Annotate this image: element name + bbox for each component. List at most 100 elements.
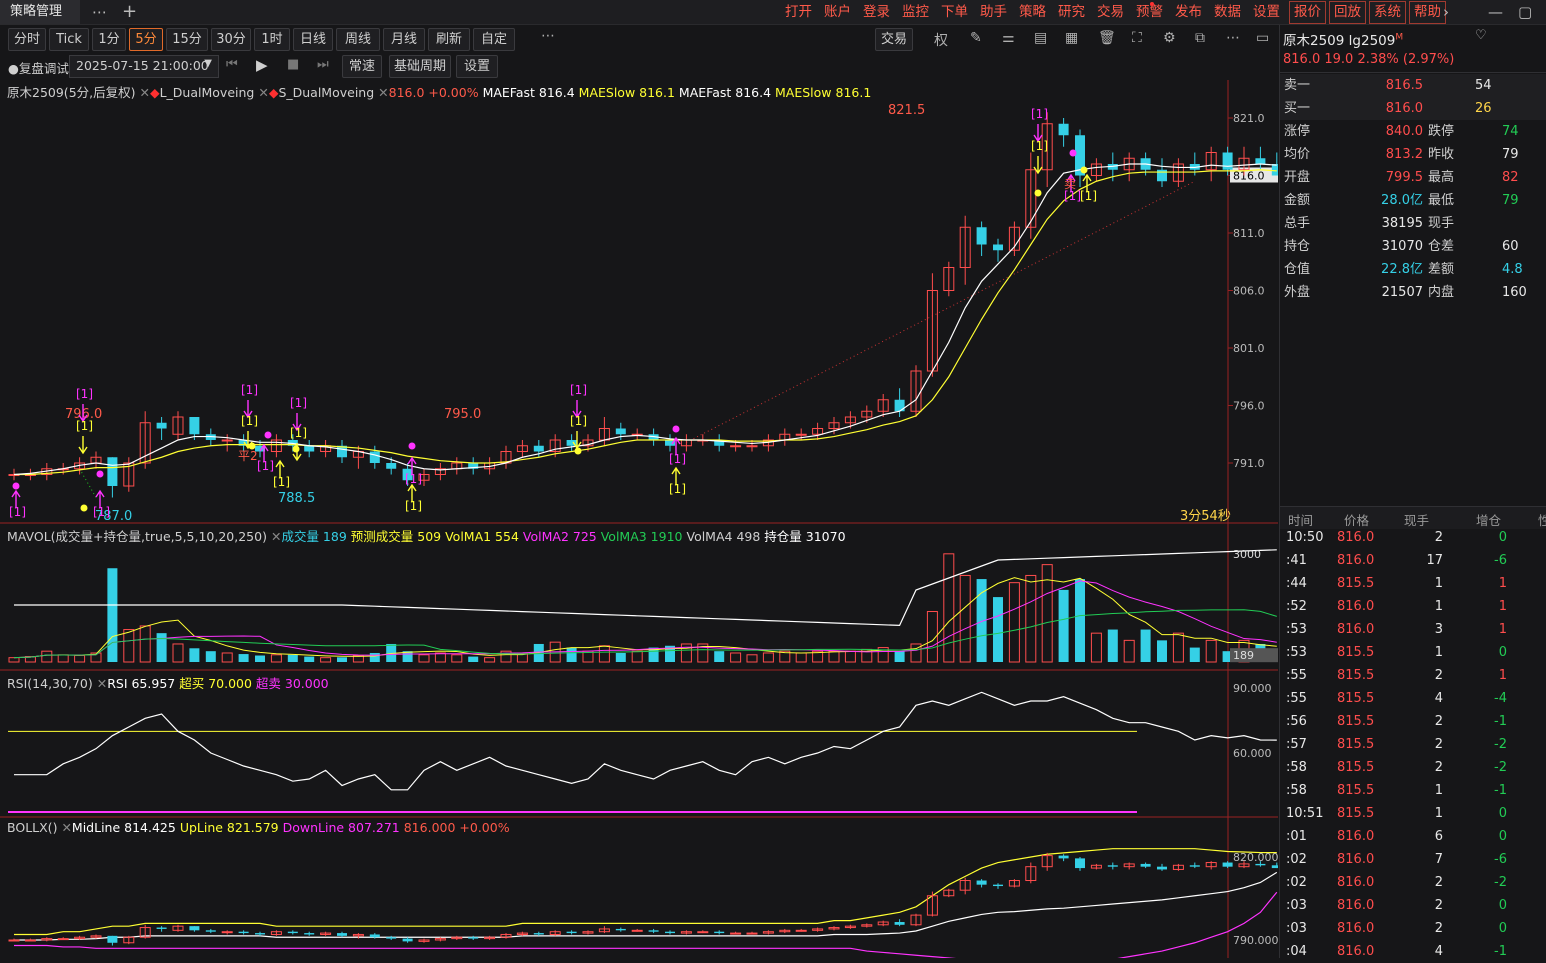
volume-bar-down	[238, 654, 249, 662]
screenshot-icon[interactable]: ⧉	[1195, 30, 1205, 46]
quote-label-2: 仓差	[1428, 239, 1455, 254]
period-6[interactable]: 1时	[254, 28, 290, 51]
menu-boxed-2[interactable]: 系统	[1369, 1, 1406, 24]
signal-dot	[292, 445, 300, 453]
volume-bar-down	[1157, 640, 1167, 662]
menu-2[interactable]: 登录	[857, 0, 896, 24]
signal-label: [1]	[405, 472, 422, 486]
signal-label: [1]	[290, 426, 307, 440]
menu-10[interactable]: 发布	[1169, 0, 1208, 24]
close-icon[interactable]: ✕	[378, 85, 388, 100]
close-icon[interactable]: ✕	[271, 529, 281, 544]
trade-button[interactable]: 交易	[875, 28, 913, 51]
menu-1[interactable]: 账户	[818, 0, 857, 24]
boll-candle-down	[1107, 865, 1118, 867]
volume-bar-up	[41, 650, 53, 663]
period-8[interactable]: 周线	[336, 28, 380, 51]
menu-3[interactable]: 监控	[896, 0, 935, 24]
sliders-icon[interactable]: ⚌	[1002, 30, 1015, 46]
menu-boxed-1[interactable]: 回放	[1329, 1, 1366, 24]
menu-0[interactable]: 打开	[779, 0, 818, 24]
maeslow-1-value: MAESlow 816.1	[578, 85, 675, 100]
candle-body-down	[615, 428, 626, 435]
rsi-legend: RSI(14,30,70) ✕RSI 65.957 超买 70.000 超卖 3…	[7, 673, 329, 692]
replay-settings-button[interactable]: 设置	[456, 55, 498, 78]
signal-label: [1]	[570, 383, 587, 397]
signal-dot	[574, 447, 582, 455]
volume-bar-down	[205, 651, 216, 662]
menu-5[interactable]: 助手	[974, 0, 1013, 24]
stop-icon[interactable]: ■	[287, 57, 299, 72]
settings-gear-icon[interactable]: ⚙	[1163, 30, 1176, 46]
period-10[interactable]: 刷新	[428, 28, 470, 51]
tick-row: :02 816.0 7 -6	[1280, 848, 1546, 871]
rights-icon[interactable]: 权	[934, 30, 948, 50]
close-icon[interactable]: ✕	[97, 676, 107, 691]
quote-value-2: 74	[1502, 124, 1519, 139]
close-icon[interactable]: ✕	[258, 85, 268, 100]
menu-8[interactable]: 交易	[1091, 0, 1130, 24]
step-back-icon[interactable]: ⏮	[226, 57, 238, 72]
volume-bar-up	[434, 652, 446, 663]
period-7[interactable]: 日线	[293, 28, 333, 51]
chevron-right-icon[interactable]: ›	[1443, 0, 1449, 24]
period-4[interactable]: 15分	[166, 28, 208, 51]
menu-boxed-0[interactable]: 报价	[1289, 1, 1326, 24]
replay-speed-button[interactable]: 常速	[342, 55, 382, 78]
volume-bar-up	[8, 657, 20, 663]
candle-body-up	[795, 433, 807, 436]
favorite-heart-icon[interactable]: ♡	[1475, 28, 1487, 43]
trash-icon[interactable]: 🗑	[1098, 30, 1116, 46]
menu-4[interactable]: 下单	[935, 0, 974, 24]
volume-bar-up	[320, 657, 332, 663]
menu-6[interactable]: 策略	[1013, 0, 1052, 24]
quote-value-2: 4.8	[1502, 262, 1523, 277]
tick-time: :03	[1286, 921, 1307, 936]
period-1[interactable]: Tick	[49, 28, 89, 51]
quote-value: 799.5	[1385, 170, 1423, 185]
minimize-icon[interactable]: —	[1488, 0, 1503, 24]
price-change: 19.0	[1324, 52, 1354, 67]
more-periods-icon[interactable]: ⋯	[541, 28, 555, 44]
boll-name: BOLLX()	[7, 820, 58, 835]
period-2[interactable]: 1分	[92, 28, 126, 51]
period-5[interactable]: 30分	[211, 28, 251, 51]
period-3[interactable]: 5分	[129, 28, 163, 51]
close-icon[interactable]: ✕	[139, 85, 149, 100]
add-tab-icon[interactable]: +	[122, 0, 137, 24]
volume-bar-up	[1090, 632, 1102, 663]
period-9[interactable]: 月线	[383, 28, 425, 51]
menu-boxed-3[interactable]: 帮助	[1409, 1, 1446, 24]
tick-oi-change: 0	[1498, 921, 1507, 936]
window-icon[interactable]: ▭	[1256, 30, 1269, 46]
more-icon[interactable]: ⋯	[92, 0, 107, 24]
maximize-icon[interactable]: ▢	[1518, 0, 1532, 24]
tick-row: :58 815.5 1 -1	[1280, 779, 1546, 802]
fullscreen-icon[interactable]: ⛶	[1132, 30, 1142, 46]
tick-oi-change: -2	[1494, 760, 1507, 775]
layout-icon[interactable]: ▦	[1065, 30, 1078, 46]
tick-price: 816.0	[1337, 530, 1375, 545]
period-11[interactable]: 自定	[473, 28, 515, 51]
tick-volume: 2	[1434, 898, 1443, 913]
menu-11[interactable]: 数据	[1208, 0, 1247, 24]
step-forward-icon[interactable]: ⏭	[317, 57, 329, 72]
menu-7[interactable]: 研究	[1052, 0, 1091, 24]
candle-body-down	[107, 457, 118, 486]
boll-candle-down	[189, 926, 200, 931]
play-icon[interactable]: ▶	[256, 56, 268, 74]
close-icon[interactable]: ✕	[61, 820, 71, 835]
menu-12[interactable]: 设置	[1247, 0, 1286, 24]
draw-pen-icon[interactable]: ✎	[970, 30, 982, 46]
candle-body-down	[156, 422, 167, 429]
template-icon[interactable]: ▤	[1034, 30, 1047, 46]
quote-value-2: 82	[1502, 170, 1519, 185]
boll-candle-down	[1255, 863, 1266, 866]
replay-datetime-select[interactable]: 2025-07-15 21:00:00 ▼	[69, 55, 219, 78]
volume-bar-down	[156, 633, 167, 662]
signal-label: [1]	[1080, 189, 1097, 203]
app-title-tab[interactable]: 策略管理	[0, 0, 80, 24]
more-tools-icon[interactable]: ⋯	[1226, 30, 1240, 46]
period-0[interactable]: 分时	[8, 28, 46, 51]
base-period-button[interactable]: 基础周期	[389, 55, 451, 78]
